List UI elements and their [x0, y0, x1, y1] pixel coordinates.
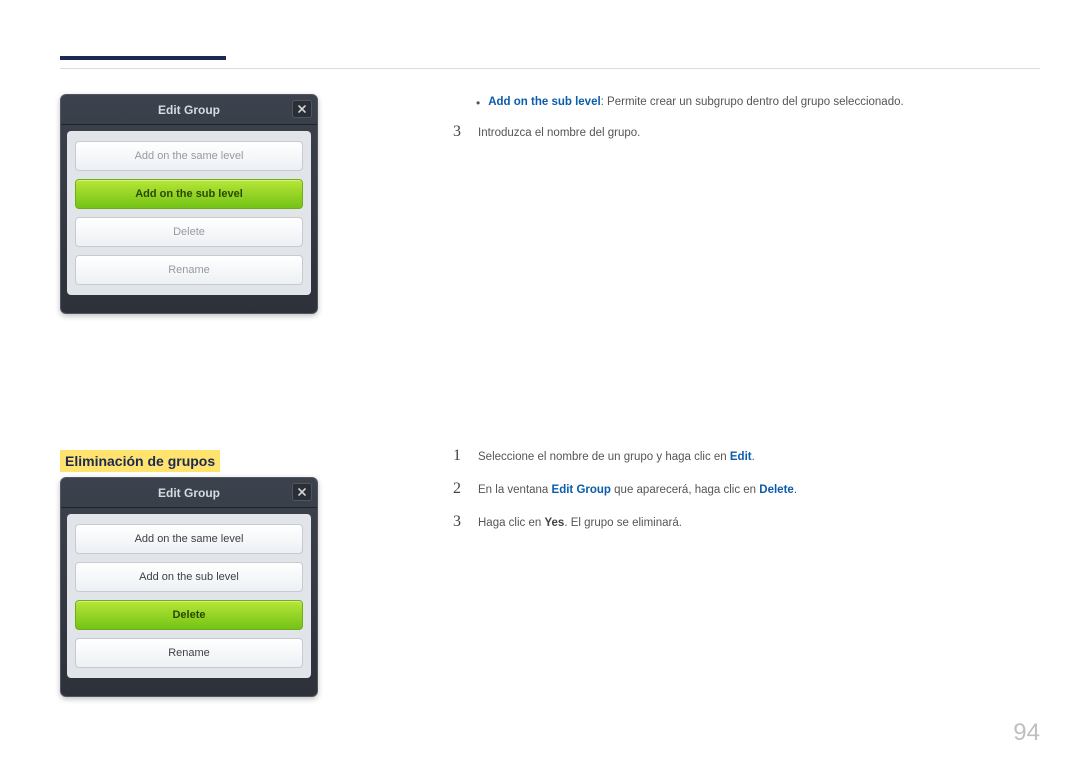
bullet-rest: : Permite crear un subgrupo dentro del g… — [601, 96, 904, 108]
close-button[interactable] — [292, 483, 312, 501]
header-accent-bar — [60, 56, 226, 60]
option-rename[interactable]: Rename — [75, 255, 303, 285]
bullet-add-sub-level: • Add on the sub level: Permite crear un… — [476, 96, 1030, 110]
t: Yes — [544, 517, 564, 529]
option-rename[interactable]: Rename — [75, 638, 303, 668]
dialog-titlebar: Edit Group — [61, 95, 317, 125]
edit-group-dialog-sub: Edit Group Add on the same level Add on … — [60, 94, 318, 314]
top-right-content: • Add on the sub level: Permite crear un… — [450, 96, 1030, 157]
step-row-3: 3 Haga clic en Yes. El grupo se eliminar… — [450, 514, 1030, 531]
option-delete[interactable]: Delete — [75, 600, 303, 630]
section-heading-elimination: Eliminación de grupos — [60, 450, 220, 472]
step-text: Seleccione el nombre de un grupo y haga … — [478, 448, 755, 465]
t: Edit — [730, 451, 752, 463]
option-add-same-level[interactable]: Add on the same level — [75, 141, 303, 171]
page-number: 94 — [1013, 719, 1040, 747]
dialog-body: Add on the same level Add on the sub lev… — [67, 514, 311, 678]
option-delete[interactable]: Delete — [75, 217, 303, 247]
step-row-1: 1 Seleccione el nombre de un grupo y hag… — [450, 448, 1030, 465]
t: Edit Group — [552, 484, 611, 496]
step-text: En la ventana Edit Group que aparecerá, … — [478, 481, 797, 498]
dialog-body: Add on the same level Add on the sub lev… — [67, 131, 311, 295]
dialog-title: Edit Group — [158, 103, 220, 117]
t: Delete — [759, 484, 794, 496]
close-button[interactable] — [292, 100, 312, 118]
bullet-text: Add on the sub level: Permite crear un s… — [488, 96, 903, 108]
bullet-icon: • — [476, 96, 480, 110]
step-row-2: 2 En la ventana Edit Group que aparecerá… — [450, 481, 1030, 498]
edit-group-dialog-delete: Edit Group Add on the same level Add on … — [60, 477, 318, 697]
step-number: 1 — [450, 448, 464, 464]
step-number: 3 — [450, 514, 464, 530]
close-icon — [298, 488, 306, 496]
step-row-3-top: 3 Introduzca el nombre del grupo. — [450, 124, 1030, 141]
step-text: Haga clic en Yes. El grupo se eliminará. — [478, 514, 682, 531]
option-add-same-level[interactable]: Add on the same level — [75, 524, 303, 554]
close-icon — [298, 105, 306, 113]
t: . El grupo se eliminará. — [564, 517, 682, 529]
t: Seleccione el nombre de un grupo y haga … — [478, 451, 730, 463]
t: Haga clic en — [478, 517, 544, 529]
dialog-title: Edit Group — [158, 486, 220, 500]
step-number: 2 — [450, 481, 464, 497]
t: En la ventana — [478, 484, 552, 496]
delete-steps: 1 Seleccione el nombre de un grupo y hag… — [450, 448, 1030, 547]
option-add-sub-level[interactable]: Add on the sub level — [75, 179, 303, 209]
step-number: 3 — [450, 124, 464, 140]
t: que aparecerá, haga clic en — [611, 484, 759, 496]
option-add-sub-level[interactable]: Add on the sub level — [75, 562, 303, 592]
bullet-label: Add on the sub level — [488, 96, 600, 108]
header-divider — [60, 68, 1040, 69]
t: . — [794, 484, 797, 496]
dialog-titlebar: Edit Group — [61, 478, 317, 508]
step-text: Introduzca el nombre del grupo. — [478, 124, 640, 141]
t: . — [752, 451, 755, 463]
